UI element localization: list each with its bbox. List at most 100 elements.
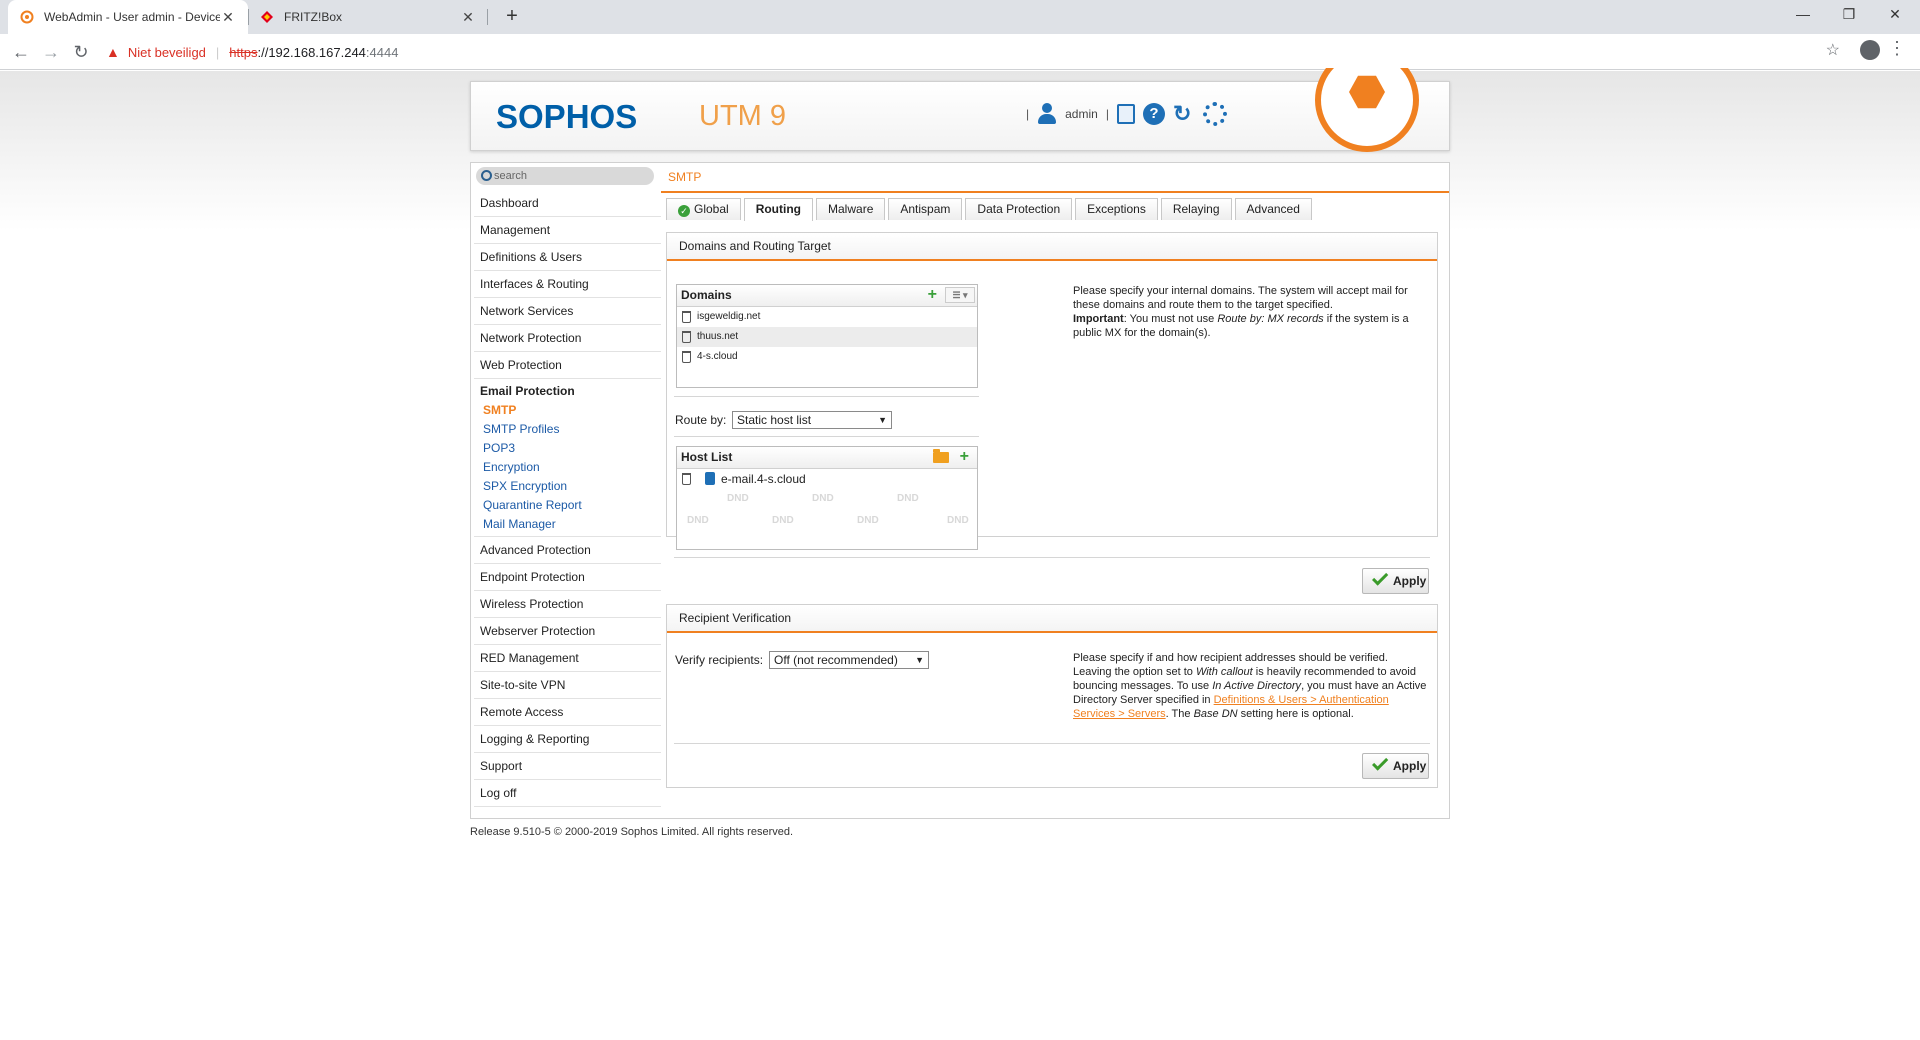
sidebar-item-management[interactable]: Management [474, 217, 661, 244]
user-icon[interactable] [1037, 103, 1057, 125]
tab-antispam[interactable]: Antispam [888, 198, 963, 220]
sidebar-item-support[interactable]: Support [474, 753, 661, 780]
sidebar-item-webserver-protection[interactable]: Webserver Protection [474, 618, 661, 645]
help-icon[interactable]: ? [1142, 103, 1165, 125]
sidebar-item-remote-access[interactable]: Remote Access [474, 699, 661, 726]
security-label[interactable]: Niet beveiligd [128, 45, 206, 60]
sophos-badge-icon [1315, 68, 1419, 152]
checkmark-icon [1371, 759, 1385, 773]
omnibox-separator: | [215, 44, 220, 60]
url-scheme: https [229, 44, 258, 60]
reload-icon[interactable]: ↻ [66, 37, 96, 67]
dropdown-arrow-icon: ▼ [878, 415, 887, 425]
back-icon[interactable]: ← [6, 37, 36, 67]
sidebar-item-log-off[interactable]: Log off [474, 780, 661, 807]
sidebar-item-dashboard[interactable]: Dashboard [474, 190, 661, 217]
tab-relaying[interactable]: Relaying [1160, 198, 1232, 220]
subnav-item-smtp-profiles[interactable]: SMTP Profiles [474, 420, 661, 439]
sidebar: Dashboard Management Definitions & Users… [474, 190, 661, 807]
checkmark-icon [1371, 574, 1385, 588]
list-item[interactable]: 4-s.cloud [677, 347, 977, 367]
webadmin-header: SOPHOS UTM 9 | admin | ? ↻ [470, 68, 1450, 152]
tab-data-protection[interactable]: Data Protection [965, 198, 1073, 220]
recipient-verification-section: Recipient Verification Verify recipients… [666, 604, 1438, 788]
add-domain-icon[interactable]: + [928, 286, 937, 304]
url-port: :4444 [365, 44, 399, 60]
route-by-select[interactable]: Static host list ▼ [732, 411, 892, 429]
trash-icon[interactable] [682, 331, 691, 343]
browser-menu-icon[interactable]: ⋮ [1888, 38, 1906, 59]
close-window-icon[interactable]: ✕ [1872, 0, 1918, 30]
url-host: ://192.168.167.244 [257, 44, 366, 60]
close-tab-icon[interactable]: ✕ [220, 9, 236, 26]
subnav-item-smtp[interactable]: SMTP [474, 401, 661, 420]
new-tab-button[interactable]: + [498, 4, 526, 30]
bookmark-star-icon[interactable]: ☆ [1826, 40, 1840, 60]
sidebar-item-network-services[interactable]: Network Services [474, 298, 661, 325]
list-options-icon[interactable]: ☰ ▾ [945, 287, 975, 303]
tab-advanced[interactable]: Advanced [1234, 198, 1312, 220]
subnav-item-encryption[interactable]: Encryption [474, 458, 661, 477]
sidebar-item-red-management[interactable]: RED Management [474, 645, 661, 672]
trash-icon[interactable] [682, 351, 691, 363]
header-divider [661, 191, 1449, 193]
browser-tab-webadmin[interactable]: WebAdmin - User admin - Device ✕ [8, 0, 248, 34]
domains-routing-section: Domains and Routing Target Domains + ☰ ▾… [666, 232, 1438, 594]
verify-recipients-select[interactable]: Off (not recommended) ▼ [769, 651, 929, 669]
forward-icon[interactable]: → [36, 37, 66, 67]
sophos-logo: SOPHOS [496, 98, 638, 135]
activity-spinner-icon [1202, 102, 1227, 126]
sidebar-item-interfaces-routing[interactable]: Interfaces & Routing [474, 271, 661, 298]
domains-help-text: Please specify your internal domains. Th… [1073, 285, 1409, 339]
search-input[interactable]: search [476, 167, 654, 185]
address-bar[interactable]: ▲ Niet beveiligd | https ://192.168.167.… [106, 37, 1862, 67]
sidebar-item-logging-reporting[interactable]: Logging & Reporting [474, 726, 661, 753]
section-title: Recipient Verification [667, 605, 1437, 633]
subnav-item-spx-encryption[interactable]: SPX Encryption [474, 477, 661, 496]
subnav-item-quarantine-report[interactable]: Quarantine Report [474, 496, 661, 515]
host-list-header: Host List + [677, 447, 977, 469]
sophos-favicon-icon [20, 10, 34, 24]
minimize-icon[interactable]: — [1780, 0, 1826, 30]
list-item[interactable]: thuus.net [677, 327, 977, 347]
sidebar-item-network-protection[interactable]: Network Protection [474, 325, 661, 352]
tab-exceptions[interactable]: Exceptions [1075, 198, 1158, 220]
sidebar-item-wireless-protection[interactable]: Wireless Protection [474, 591, 661, 618]
add-host-icon[interactable]: + [960, 448, 969, 466]
profile-avatar-icon[interactable] [1860, 40, 1880, 60]
close-tab-icon[interactable]: ✕ [460, 9, 476, 26]
tab-global[interactable]: ✓ Global [666, 198, 741, 220]
sidebar-item-definitions-users[interactable]: Definitions & Users [474, 244, 661, 271]
apply-button[interactable]: Apply [1362, 753, 1429, 779]
sidebar-item-email-protection[interactable]: Email Protection [474, 379, 661, 401]
domains-list-header: Domains + ☰ ▾ [677, 285, 977, 307]
warning-icon: ▲ [106, 44, 120, 60]
status-ok-icon: ✓ [678, 205, 690, 217]
subnav-item-mail-manager[interactable]: Mail Manager [474, 515, 661, 534]
trash-icon[interactable] [682, 311, 691, 323]
browser-toolbar: ← → ↻ ▲ Niet beveiligd | https ://192.16… [0, 34, 1920, 70]
apply-button[interactable]: Apply [1362, 568, 1429, 594]
refresh-icon[interactable]: ↻ [1173, 103, 1195, 125]
notes-icon[interactable] [1116, 104, 1135, 124]
folder-icon[interactable] [933, 449, 949, 463]
browser-tab-fritzbox[interactable]: FRITZ!Box ✕ [248, 0, 488, 34]
sidebar-item-web-protection[interactable]: Web Protection [474, 352, 661, 379]
page: SOPHOS UTM 9 | admin | ? ↻ search SMTP D… [0, 68, 1920, 1040]
sidebar-item-advanced-protection[interactable]: Advanced Protection [474, 537, 661, 564]
tab-routing[interactable]: Routing [743, 198, 814, 221]
tab-malware[interactable]: Malware [816, 198, 886, 220]
sidebar-item-endpoint-protection[interactable]: Endpoint Protection [474, 564, 661, 591]
route-by-label: Route by: [675, 413, 727, 427]
list-item[interactable]: e-mail.4-s.cloud [677, 469, 977, 489]
drop-target-area[interactable]: DND DND DND DND DND DND DND [677, 489, 977, 549]
current-user[interactable]: admin [1065, 107, 1098, 121]
domains-list: Domains + ☰ ▾ isgeweldig.net thuus.net 4… [676, 284, 978, 388]
trash-icon[interactable] [682, 473, 691, 485]
subnav-item-pop3[interactable]: POP3 [474, 439, 661, 458]
host-list: Host List + e-mail.4-s.cloud DND DND DND… [676, 446, 978, 550]
list-item[interactable]: isgeweldig.net [677, 307, 977, 327]
restore-icon[interactable]: ❐ [1826, 0, 1872, 30]
browser-tab-title: FRITZ!Box [284, 10, 343, 24]
sidebar-item-site-to-site-vpn[interactable]: Site-to-site VPN [474, 672, 661, 699]
